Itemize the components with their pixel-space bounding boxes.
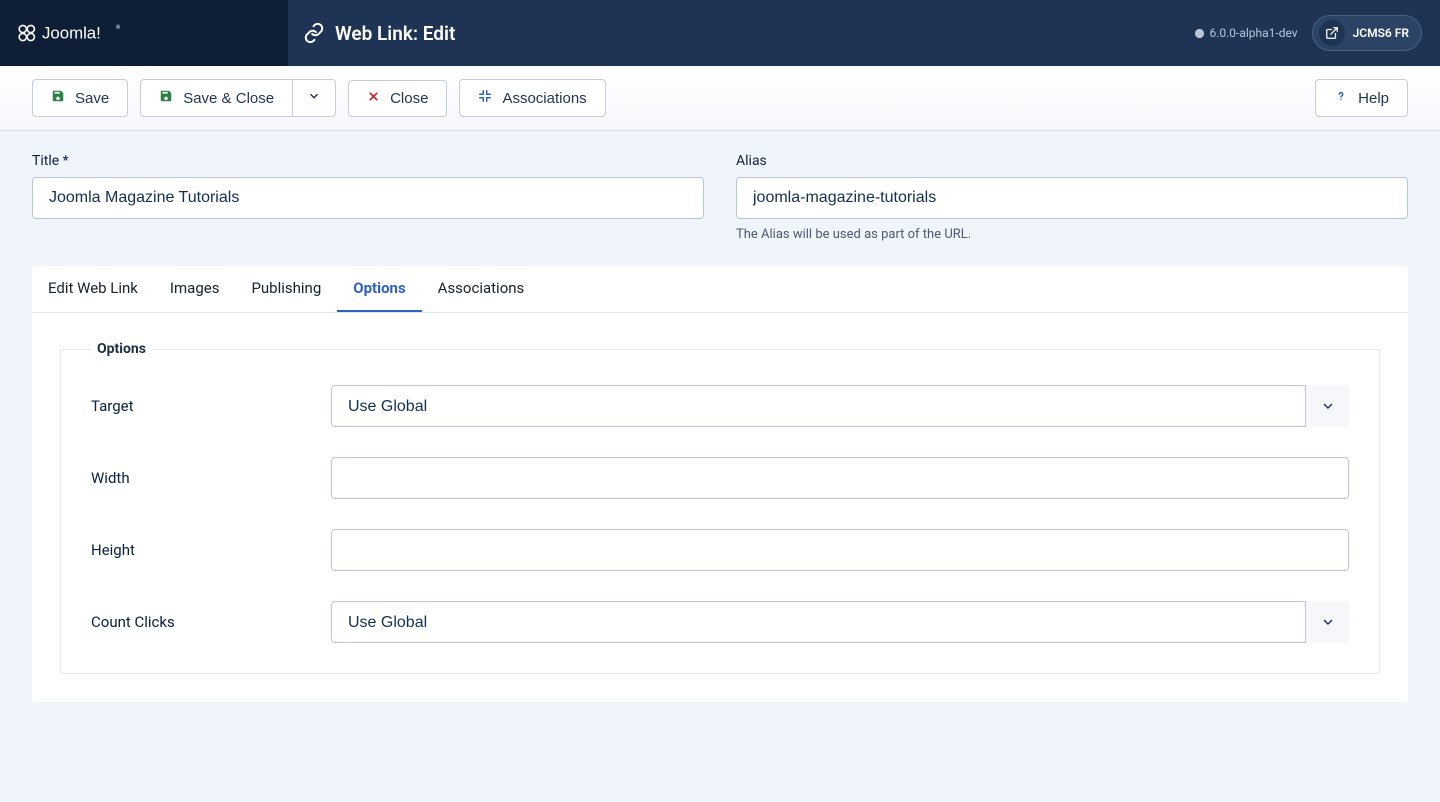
save-close-dropdown[interactable] bbox=[293, 79, 336, 117]
options-legend: Options bbox=[91, 341, 152, 357]
row-clicks: Count Clicks Use Global bbox=[91, 601, 1349, 643]
save-icon bbox=[51, 89, 65, 107]
tab-images[interactable]: Images bbox=[154, 266, 236, 312]
tab-options[interactable]: Options bbox=[337, 266, 421, 312]
contract-icon bbox=[478, 89, 492, 107]
toolbar: Save Save & Close Close Associations H bbox=[0, 66, 1440, 131]
site-open-button[interactable]: JCMS6 FR bbox=[1312, 15, 1422, 51]
link-icon bbox=[303, 22, 325, 44]
help-button[interactable]: Help bbox=[1315, 79, 1408, 117]
target-label: Target bbox=[91, 397, 331, 415]
title-input[interactable] bbox=[32, 177, 704, 219]
alias-help: The Alias will be used as part of the UR… bbox=[736, 227, 1408, 242]
svg-text:Joomla!: Joomla! bbox=[42, 24, 101, 43]
associations-label: Associations bbox=[502, 90, 586, 107]
page-title-panel: Web Link: Edit bbox=[288, 0, 1194, 66]
width-label: Width bbox=[91, 469, 331, 487]
clicks-select[interactable]: Use Global bbox=[331, 601, 1349, 643]
version-text: 6.0.0-alpha1-dev bbox=[1209, 26, 1297, 40]
title-group: Title * bbox=[32, 153, 704, 242]
row-target: Target Use Global bbox=[91, 385, 1349, 427]
options-fieldset: Options Target Use Global Width bbox=[60, 341, 1380, 674]
joomla-mark-icon bbox=[1194, 28, 1205, 39]
save-close-button[interactable]: Save & Close bbox=[140, 79, 293, 117]
tab-edit[interactable]: Edit Web Link bbox=[32, 266, 154, 312]
target-select[interactable]: Use Global bbox=[331, 385, 1349, 427]
save-label: Save bbox=[75, 90, 109, 107]
row-height: Height bbox=[91, 529, 1349, 571]
page-title: Web Link: Edit bbox=[335, 22, 455, 45]
version-chip[interactable]: 6.0.0-alpha1-dev bbox=[1194, 26, 1297, 40]
site-name: JCMS6 FR bbox=[1353, 26, 1409, 40]
save-icon bbox=[159, 89, 173, 107]
options-panel: Options Target Use Global Width bbox=[32, 313, 1408, 702]
topbar-right: 6.0.0-alpha1-dev JCMS6 FR bbox=[1194, 0, 1440, 66]
close-label: Close bbox=[390, 90, 428, 107]
tab-associations[interactable]: Associations bbox=[422, 266, 541, 312]
width-input[interactable] bbox=[331, 457, 1349, 499]
question-icon bbox=[1334, 89, 1348, 107]
edit-card: Edit Web Link Images Publishing Options … bbox=[32, 266, 1408, 702]
close-button[interactable]: Close bbox=[348, 80, 447, 117]
topbar: Joomla! ® Web Link: Edit 6.0.0-alpha1-de… bbox=[0, 0, 1440, 66]
tabs: Edit Web Link Images Publishing Options … bbox=[32, 266, 1408, 313]
height-input[interactable] bbox=[331, 529, 1349, 571]
close-icon bbox=[367, 90, 380, 107]
row-width: Width bbox=[91, 457, 1349, 499]
save-close-label: Save & Close bbox=[183, 90, 274, 107]
tab-publishing[interactable]: Publishing bbox=[235, 266, 337, 312]
brand-panel[interactable]: Joomla! ® bbox=[0, 0, 288, 66]
save-close-group: Save & Close bbox=[140, 79, 336, 117]
associations-button[interactable]: Associations bbox=[459, 79, 605, 117]
alias-group: Alias The Alias will be used as part of … bbox=[736, 153, 1408, 242]
height-label: Height bbox=[91, 541, 331, 559]
clicks-label: Count Clicks bbox=[91, 613, 331, 631]
help-label: Help bbox=[1358, 90, 1389, 107]
svg-text:®: ® bbox=[116, 24, 121, 31]
form-header: Title * Alias The Alias will be used as … bbox=[0, 131, 1440, 252]
title-label: Title * bbox=[32, 153, 704, 169]
chevron-down-icon bbox=[307, 89, 321, 107]
alias-input[interactable] bbox=[736, 177, 1408, 219]
external-link-icon bbox=[1319, 20, 1345, 46]
save-button[interactable]: Save bbox=[32, 79, 128, 117]
joomla-logo-icon: Joomla! ® bbox=[14, 17, 174, 49]
alias-label: Alias bbox=[736, 153, 1408, 169]
